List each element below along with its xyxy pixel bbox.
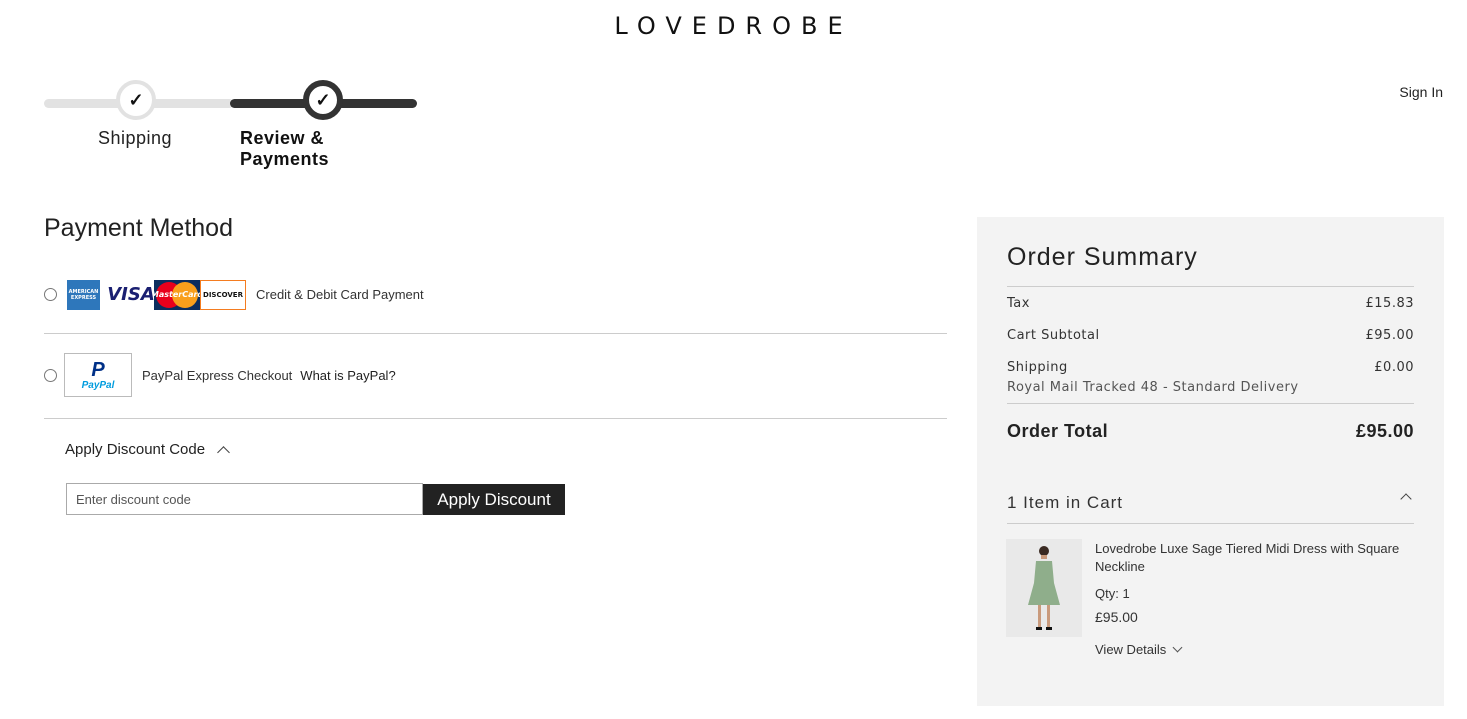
order-summary-title: Order Summary xyxy=(1007,243,1198,271)
paypal-logo-icon: P PayPal xyxy=(64,353,132,397)
paypal-payment-label[interactable]: PayPal Express Checkout xyxy=(142,368,292,383)
brand-logo[interactable]: LOVEDROBE xyxy=(0,12,1467,40)
order-summary: Order Summary Tax £15.83 Cart Subtotal £… xyxy=(977,217,1444,706)
tax-label: Tax xyxy=(1007,296,1030,311)
discount-heading: Apply Discount Code xyxy=(65,441,206,458)
divider xyxy=(1007,403,1414,404)
divider xyxy=(1007,523,1414,524)
paypal-payment-option[interactable]: P PayPal PayPal Express Checkout What is… xyxy=(44,353,947,397)
mastercard-logo-icon: MasterCard xyxy=(154,279,200,310)
card-logos: AMERICAN EXPRESS VISA MasterCard DISCOVE… xyxy=(67,279,246,310)
sign-in-link[interactable]: Sign In xyxy=(1399,84,1443,100)
view-details-toggle[interactable]: View Details xyxy=(1095,642,1183,657)
chevron-up-icon xyxy=(1400,493,1412,505)
tax-row: Tax £15.83 xyxy=(1007,296,1414,311)
shipping-label: Shipping xyxy=(1007,360,1068,375)
card-payment-radio[interactable] xyxy=(44,288,57,301)
shipping-row: Shipping £0.00 xyxy=(1007,360,1414,375)
cart-items-toggle[interactable]: 1 Item in Cart xyxy=(1007,493,1414,513)
subtotal-row: Cart Subtotal £95.00 xyxy=(1007,328,1414,343)
card-payment-option[interactable]: AMERICAN EXPRESS VISA MasterCard DISCOVE… xyxy=(44,276,947,313)
product-name: Lovedrobe Luxe Sage Tiered Midi Dress wi… xyxy=(1095,541,1400,574)
visa-logo-icon: VISA xyxy=(107,284,155,305)
divider xyxy=(44,333,947,334)
divider xyxy=(44,418,947,419)
order-total-row: Order Total £95.00 xyxy=(1007,421,1414,442)
product-thumbnail[interactable] xyxy=(1006,539,1082,637)
tax-value: £15.83 xyxy=(1365,296,1414,311)
discount-toggle[interactable]: Apply Discount Code xyxy=(65,441,230,459)
checkout-progress: ✓ ✓ Shipping Review & Payments xyxy=(44,80,418,169)
amex-logo-icon: AMERICAN EXPRESS xyxy=(67,279,100,310)
chevron-up-icon xyxy=(217,445,230,459)
subtotal-label: Cart Subtotal xyxy=(1007,328,1100,343)
card-payment-label[interactable]: Credit & Debit Card Payment xyxy=(256,287,424,302)
paypal-payment-radio[interactable] xyxy=(44,368,57,382)
product-qty: Qty: 1 xyxy=(1095,586,1130,601)
subtotal-value: £95.00 xyxy=(1365,328,1414,343)
discount-code-input[interactable] xyxy=(66,483,423,515)
what-is-paypal-link[interactable]: What is PayPal? xyxy=(300,368,395,383)
apply-discount-button[interactable]: Apply Discount xyxy=(423,484,565,515)
step-shipping-check-icon[interactable]: ✓ xyxy=(116,80,156,120)
chevron-down-icon xyxy=(1172,642,1183,653)
shipping-value: £0.00 xyxy=(1374,360,1414,375)
order-total-label: Order Total xyxy=(1007,421,1109,441)
product-price: £95.00 xyxy=(1095,609,1138,625)
cart-items-heading: 1 Item in Cart xyxy=(1007,493,1124,512)
shipping-method: Royal Mail Tracked 48 - Standard Deliver… xyxy=(1007,380,1299,395)
divider xyxy=(1007,286,1414,287)
step-review-check-icon: ✓ xyxy=(303,80,343,120)
step-review-label: Review & Payments xyxy=(240,128,330,169)
order-total-value: £95.00 xyxy=(1355,421,1414,441)
payment-method-title: Payment Method xyxy=(44,214,233,242)
step-shipping-label[interactable]: Shipping xyxy=(98,128,172,149)
view-details-label: View Details xyxy=(1095,642,1167,657)
discover-logo-icon: DISCOVER xyxy=(200,279,246,310)
